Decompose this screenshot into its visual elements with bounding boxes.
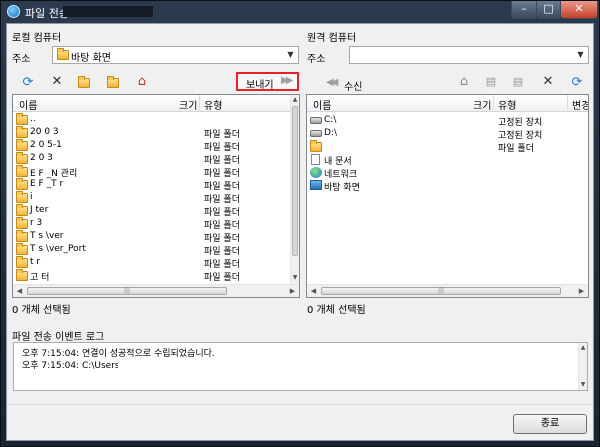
local-status: 0 개체 선택됨 bbox=[12, 305, 71, 316]
send-label: 보내기 bbox=[246, 80, 274, 91]
log-vertical-scrollbar[interactable]: ▲ ▼ bbox=[578, 343, 587, 390]
column-size-header[interactable]: 크기 bbox=[473, 97, 491, 112]
rename-folder-icon[interactable] bbox=[107, 76, 119, 88]
folder-icon bbox=[16, 113, 28, 125]
folder-icon bbox=[16, 230, 28, 242]
remote-status: 0 개체 선택됨 bbox=[307, 305, 366, 316]
remote-list-header: 이름 크기 유형 변경 bbox=[307, 95, 588, 112]
documents-icon bbox=[311, 154, 320, 165]
folder-icon bbox=[16, 126, 28, 138]
local-address-label: 주소 bbox=[12, 54, 31, 65]
teamviewer-app-icon bbox=[7, 5, 20, 18]
drive-icon bbox=[310, 117, 322, 124]
scroll-thumb[interactable]: ||| bbox=[27, 287, 227, 295]
receive-label: 수신 bbox=[344, 82, 363, 93]
remote-file-list[interactable]: 이름 크기 유형 변경 C:\ 고정된 장치 D:\ 고정된 장치 파일 폴더 내 … bbox=[306, 94, 589, 298]
folder-icon bbox=[16, 217, 28, 229]
scroll-right-icon[interactable]: ▶ bbox=[286, 285, 299, 297]
scroll-left-icon[interactable]: ◀ bbox=[13, 285, 26, 297]
minimize-button[interactable]: – bbox=[511, 1, 537, 19]
rename-icon[interactable]: ▤ bbox=[510, 74, 526, 90]
folder-icon bbox=[16, 204, 28, 216]
remote-section-label: 원격 컴퓨터 bbox=[307, 33, 357, 44]
file-transfer-window: 파일 전송 – □ ✕ 로컬 컴퓨터 주소 바탕 화면 ▼ ⟳ ✕ ⌂ 보내기 … bbox=[0, 0, 600, 447]
home-icon[interactable]: ⌂ bbox=[134, 74, 150, 90]
local-address-value: 바탕 화면 bbox=[71, 53, 111, 64]
home-icon[interactable]: ⌂ bbox=[456, 74, 472, 90]
folder-icon bbox=[16, 152, 28, 164]
folder-icon bbox=[16, 139, 28, 151]
remote-address-label: 주소 bbox=[307, 54, 326, 65]
scroll-thumb[interactable]: ||| bbox=[321, 287, 561, 295]
folder-icon bbox=[16, 256, 28, 268]
folder-icon bbox=[310, 140, 322, 152]
refresh-icon[interactable]: ⟳ bbox=[20, 75, 36, 91]
local-list-header: 이름 크기 유형 bbox=[13, 95, 291, 112]
scroll-up-icon[interactable]: ▲ bbox=[291, 95, 299, 104]
log-line: 오후 7:15:04: C:\Users\ bbox=[22, 361, 123, 371]
scroll-down-icon[interactable]: ▼ bbox=[291, 273, 299, 282]
scroll-down-icon[interactable]: ▼ bbox=[579, 380, 587, 389]
folder-icon bbox=[16, 178, 28, 190]
desktop-icon bbox=[310, 180, 322, 190]
log-redaction bbox=[118, 358, 228, 369]
local-vertical-scrollbar[interactable]: ▲ ▼ bbox=[290, 95, 299, 284]
drive-icon bbox=[310, 130, 322, 137]
dialog-client-area: 로컬 컴퓨터 주소 바탕 화면 ▼ ⟳ ✕ ⌂ 보내기 ▶▶ 이름 크기 유형 … bbox=[6, 23, 594, 441]
local-section-label: 로컬 컴퓨터 bbox=[12, 33, 62, 44]
double-arrow-left-icon: ◀◀ bbox=[326, 77, 339, 88]
local-file-list[interactable]: 이름 크기 유형 .. 20 0 3 파일 폴더 2 0 5-1 파일 폴더 2 0… bbox=[12, 94, 300, 298]
column-modified-header[interactable]: 변경 bbox=[572, 97, 588, 112]
column-name-header[interactable]: 이름 bbox=[19, 97, 37, 112]
folder-icon bbox=[16, 269, 28, 281]
log-title: 파일 전송 이벤트 로그 bbox=[12, 332, 105, 343]
delete-icon[interactable]: ✕ bbox=[49, 74, 65, 90]
column-type-header[interactable]: 유형 bbox=[498, 97, 516, 112]
column-type-header[interactable]: 유형 bbox=[204, 97, 222, 112]
new-folder-icon[interactable] bbox=[78, 76, 90, 88]
folder-icon bbox=[16, 165, 28, 177]
title-redaction bbox=[63, 6, 153, 17]
refresh-icon[interactable]: ⟳ bbox=[569, 75, 585, 91]
bottom-divider bbox=[7, 404, 593, 405]
chevron-down-icon[interactable]: ▼ bbox=[573, 47, 588, 63]
scroll-thumb[interactable] bbox=[292, 106, 298, 256]
network-icon bbox=[310, 167, 322, 178]
desktop-folder-icon bbox=[57, 48, 69, 60]
chevron-down-icon[interactable]: ▼ bbox=[283, 47, 298, 63]
scroll-right-icon[interactable]: ▶ bbox=[575, 285, 588, 297]
local-horizontal-scrollbar[interactable]: ◀ ||| ▶ bbox=[13, 284, 299, 297]
maximize-button[interactable]: □ bbox=[536, 1, 561, 19]
title-bar[interactable]: 파일 전송 – □ ✕ bbox=[1, 1, 599, 22]
delete-icon[interactable]: ✕ bbox=[540, 74, 556, 90]
close-window-button[interactable]: ✕ bbox=[560, 1, 598, 19]
remote-horizontal-scrollbar[interactable]: ◀ ||| ▶ bbox=[307, 284, 588, 297]
folder-icon bbox=[16, 191, 28, 203]
send-button[interactable]: 보내기 ▶▶ bbox=[236, 72, 299, 91]
new-folder-icon[interactable]: ▤ bbox=[483, 74, 499, 90]
exit-button[interactable]: 종료 bbox=[513, 414, 587, 434]
folder-icon bbox=[16, 243, 28, 255]
event-log-box[interactable]: 오후 7:15:04: 연결이 성공적으로 수립되었습니다. 오후 7:15:0… bbox=[13, 342, 588, 391]
double-arrow-right-icon: ▶▶ bbox=[281, 75, 294, 86]
scroll-up-icon[interactable]: ▲ bbox=[579, 343, 587, 352]
column-size-header[interactable]: 크기 bbox=[179, 97, 197, 112]
local-address-combo[interactable]: 바탕 화면 ▼ bbox=[52, 46, 299, 64]
column-name-header[interactable]: 이름 bbox=[313, 97, 331, 112]
scroll-left-icon[interactable]: ◀ bbox=[307, 285, 320, 297]
remote-address-combo[interactable]: ▼ bbox=[349, 46, 589, 64]
